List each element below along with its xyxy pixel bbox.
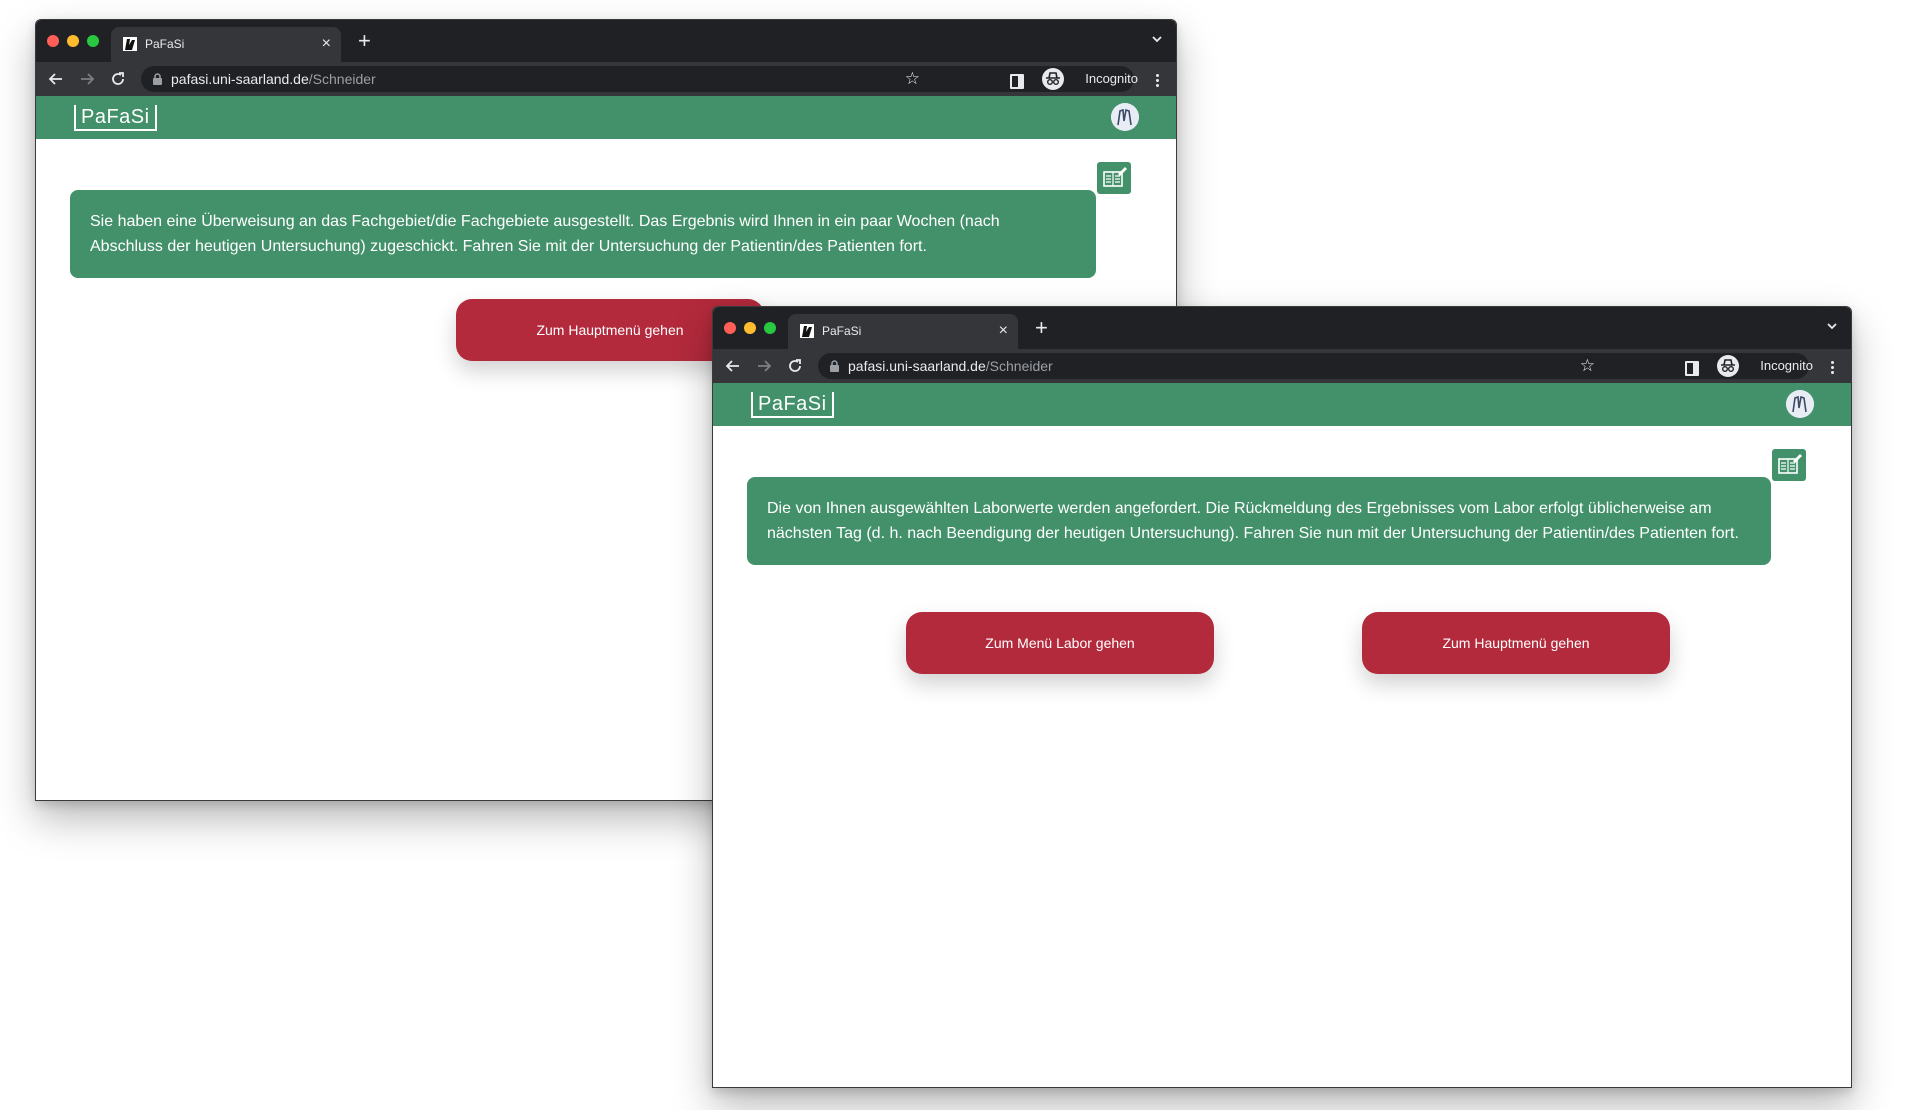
tab-pafasi[interactable]: PaFaSi ×: [788, 314, 1018, 349]
forward-icon[interactable]: [77, 69, 97, 89]
window-controls: [47, 35, 99, 47]
chevron-down-icon[interactable]: [1150, 32, 1164, 46]
lab-menu-button[interactable]: Zum Menü Labor gehen: [906, 612, 1214, 674]
notes-edit-button[interactable]: [1772, 449, 1806, 481]
incognito-label: Incognito: [1085, 71, 1138, 86]
tab-title: PaFaSi: [145, 37, 185, 51]
new-tab-button[interactable]: +: [358, 28, 371, 54]
address-bar[interactable]: pafasi.uni-saarland.de/Schneider ☆: [141, 66, 1134, 92]
user-avatar-icon[interactable]: [1111, 103, 1139, 131]
notes-edit-icon: [1103, 167, 1127, 187]
notes-edit-icon: [1778, 454, 1802, 474]
tab-close-icon[interactable]: ×: [999, 321, 1008, 341]
main-menu-button[interactable]: Zum Hauptmenü gehen: [1362, 612, 1670, 674]
forward-icon[interactable]: [754, 356, 774, 376]
pafasi-favicon-icon: [800, 324, 814, 338]
tab-close-icon[interactable]: ×: [322, 34, 331, 54]
maximize-window-button[interactable]: [87, 35, 99, 47]
incognito-icon[interactable]: [1717, 355, 1739, 377]
incognito-label: Incognito: [1760, 358, 1813, 373]
browser-menu-icon[interactable]: [1831, 361, 1835, 376]
chevron-down-icon[interactable]: [1825, 319, 1839, 333]
app-header: PaFaSi: [36, 96, 1176, 139]
maximize-window-button[interactable]: [764, 322, 776, 334]
pafasi-favicon-icon: [123, 37, 137, 51]
url-text: pafasi.uni-saarland.de/Schneider: [848, 358, 1053, 374]
tab-strip: PaFaSi × +: [36, 20, 1176, 62]
new-tab-button[interactable]: +: [1035, 315, 1048, 341]
browser-toolbar: pafasi.uni-saarland.de/Schneider ☆ Incog…: [713, 349, 1851, 383]
app-header: PaFaSi: [713, 383, 1851, 426]
browser-window-2: PaFaSi × + pafasi.uni-saarland.de/Schnei…: [712, 306, 1852, 1088]
url-path: /Schneider: [308, 71, 376, 87]
address-bar[interactable]: pafasi.uni-saarland.de/Schneider ☆: [818, 353, 1809, 379]
bookmark-star-icon[interactable]: ☆: [905, 69, 920, 89]
window-controls: [724, 322, 776, 334]
close-window-button[interactable]: [47, 35, 59, 47]
back-icon[interactable]: [723, 356, 743, 376]
url-path: /Schneider: [985, 358, 1053, 374]
side-panel-icon[interactable]: [1010, 74, 1024, 89]
bookmark-star-icon[interactable]: ☆: [1580, 356, 1595, 376]
url-text: pafasi.uni-saarland.de/Schneider: [171, 71, 376, 87]
incognito-icon[interactable]: [1042, 68, 1064, 90]
url-host: pafasi.uni-saarland.de: [848, 358, 986, 374]
close-window-button[interactable]: [724, 322, 736, 334]
reload-icon[interactable]: [785, 356, 805, 376]
tab-pafasi[interactable]: PaFaSi ×: [111, 27, 341, 62]
pafasi-logo[interactable]: PaFaSi: [74, 105, 157, 131]
info-message: Sie haben eine Überweisung an das Fachge…: [70, 190, 1096, 278]
minimize-window-button[interactable]: [744, 322, 756, 334]
side-panel-icon[interactable]: [1685, 361, 1699, 376]
minimize-window-button[interactable]: [67, 35, 79, 47]
reload-icon[interactable]: [108, 69, 128, 89]
lock-icon: [830, 360, 839, 372]
user-avatar-icon[interactable]: [1786, 390, 1814, 418]
tab-title: PaFaSi: [822, 324, 862, 338]
back-icon[interactable]: [46, 69, 66, 89]
pafasi-logo[interactable]: PaFaSi: [751, 392, 834, 418]
info-message: Die von Ihnen ausgewählten Laborwerte we…: [747, 477, 1771, 565]
browser-toolbar: pafasi.uni-saarland.de/Schneider ☆ Incog…: [36, 62, 1176, 96]
browser-menu-icon[interactable]: [1156, 74, 1160, 89]
lock-icon: [153, 73, 162, 85]
url-host: pafasi.uni-saarland.de: [171, 71, 309, 87]
tab-strip: PaFaSi × +: [713, 307, 1851, 349]
notes-edit-button[interactable]: [1097, 162, 1131, 194]
